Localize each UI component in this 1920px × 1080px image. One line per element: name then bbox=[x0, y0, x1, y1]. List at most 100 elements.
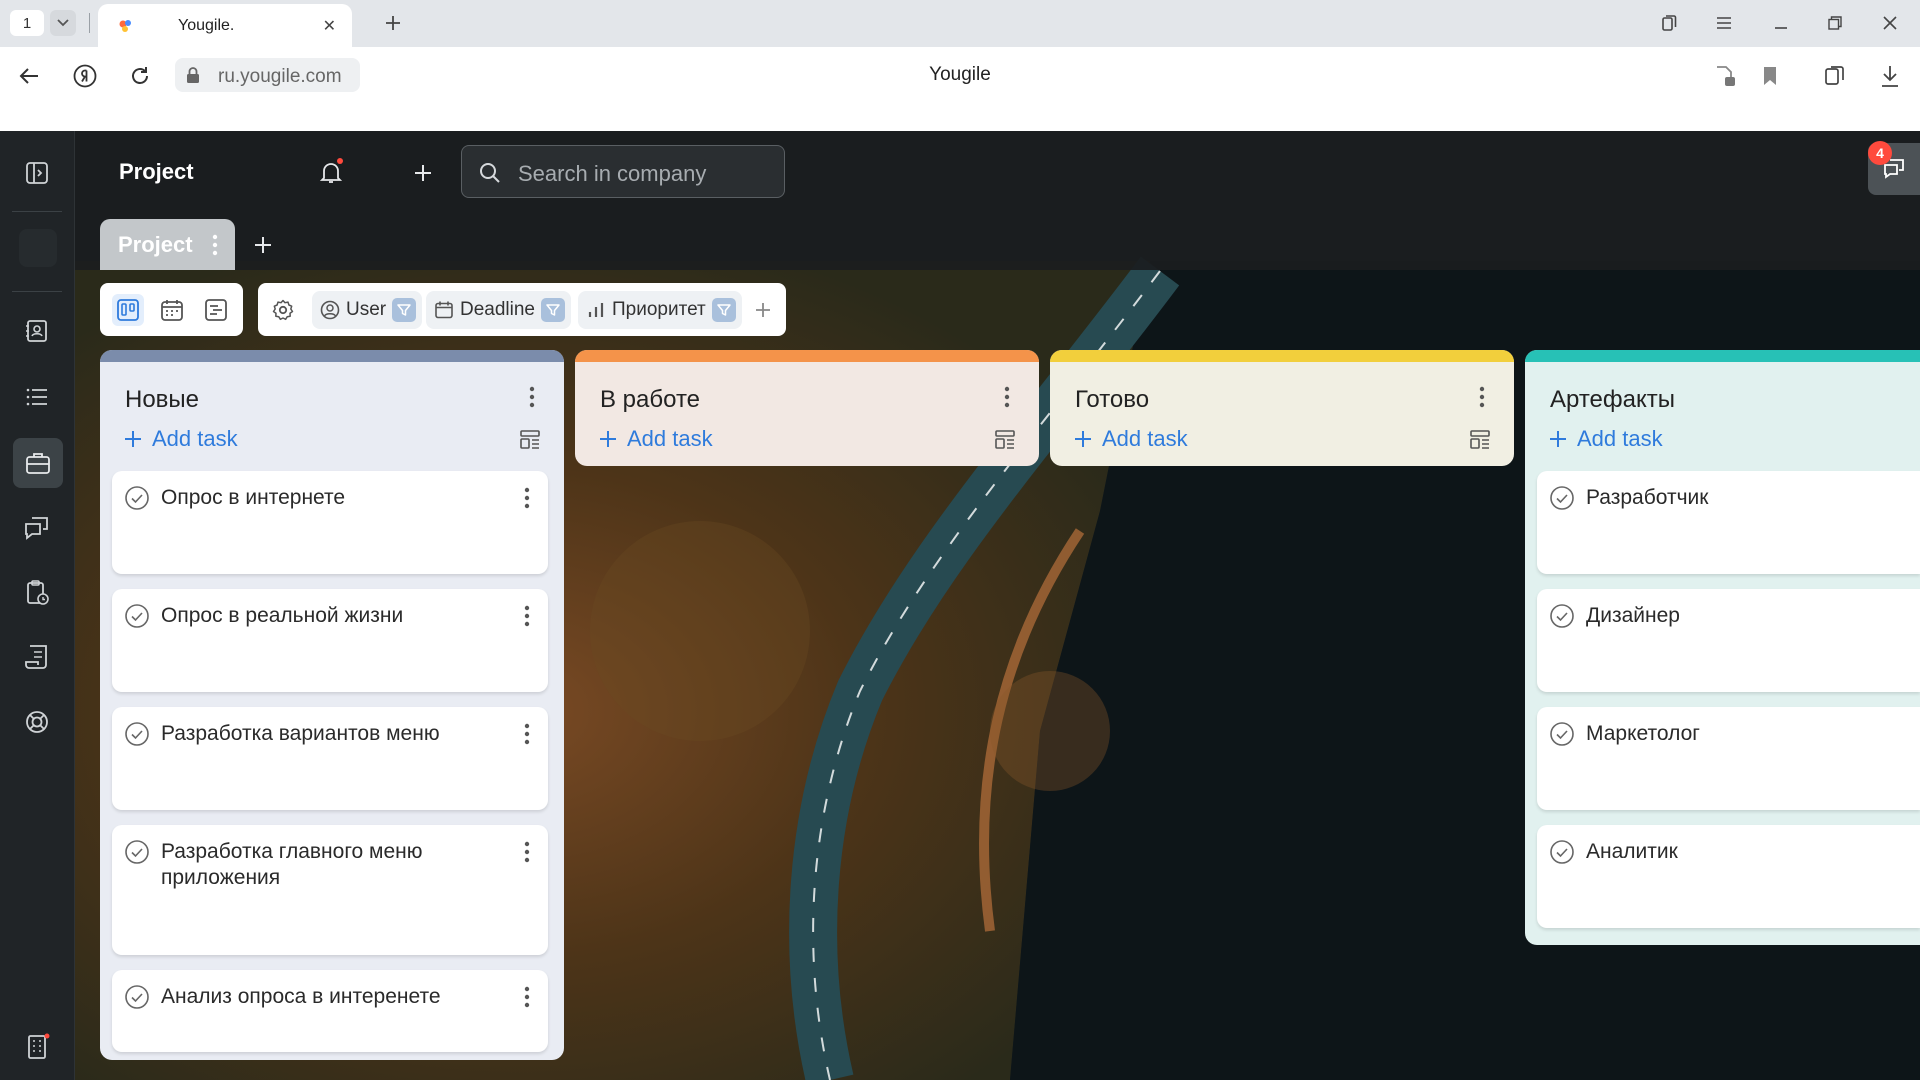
reload-icon[interactable] bbox=[125, 61, 155, 91]
yougile-app: Project Search in company Project 4 User… bbox=[0, 131, 1920, 1080]
minimize-icon[interactable] bbox=[1770, 12, 1792, 34]
column-gotovo: Готово Add task bbox=[1050, 350, 1514, 466]
column-menu-icon[interactable] bbox=[1472, 382, 1492, 412]
task-card[interactable]: Разработка главного меню приложения bbox=[112, 825, 548, 955]
settings-gear-icon[interactable] bbox=[268, 295, 298, 325]
priority-filter-label: Приоритет bbox=[612, 299, 706, 320]
column-menu-icon[interactable] bbox=[522, 382, 542, 412]
back-arrow-icon[interactable] bbox=[14, 61, 44, 91]
priority-filter-chip[interactable]: Приоритет bbox=[578, 291, 742, 329]
column-color-bar bbox=[100, 350, 564, 362]
task-menu-icon[interactable] bbox=[518, 982, 536, 1012]
search-placeholder: Search in company bbox=[518, 161, 707, 186]
priority-bars-icon bbox=[588, 303, 604, 317]
add-task-button[interactable]: Add task bbox=[1549, 424, 1663, 454]
column-artefakty: Артефакты Add task Разработчик Дизайнер … bbox=[1525, 350, 1920, 945]
task-title: Опрос в реальной жизни bbox=[161, 604, 404, 627]
column-template-icon[interactable] bbox=[1468, 428, 1492, 452]
task-menu-icon[interactable] bbox=[518, 719, 536, 749]
task-title: Опрос в интернете bbox=[161, 486, 346, 509]
add-task-button[interactable]: Add task bbox=[124, 424, 238, 454]
tab-close-icon[interactable]: ✕ bbox=[323, 16, 336, 36]
plus-icon bbox=[1075, 431, 1091, 447]
browser-tab-bar: 1 Yougile. ✕ bbox=[0, 0, 1920, 47]
kanban-view-icon[interactable] bbox=[112, 294, 144, 326]
gantt-view-icon[interactable] bbox=[200, 294, 232, 326]
task-card[interactable]: Опрос в реальной жизни bbox=[112, 589, 548, 692]
task-card[interactable]: Аналитик bbox=[1537, 825, 1920, 928]
user-filter-chip[interactable]: User bbox=[312, 291, 423, 329]
task-check-icon[interactable] bbox=[124, 721, 150, 747]
company-logo-placeholder[interactable] bbox=[19, 229, 57, 267]
task-card[interactable]: Разработка вариантов меню bbox=[112, 707, 548, 810]
task-card[interactable]: Дизайнер bbox=[1537, 589, 1920, 692]
task-card[interactable]: Анализ опроса в интеренете bbox=[112, 970, 548, 1052]
task-card[interactable]: Опрос в интернете bbox=[112, 471, 548, 574]
yandex-logo-icon[interactable] bbox=[70, 61, 100, 91]
lock-icon bbox=[187, 67, 199, 83]
column-template-icon[interactable] bbox=[993, 428, 1017, 452]
column-menu-icon[interactable] bbox=[997, 382, 1017, 412]
column-template-icon[interactable] bbox=[518, 428, 542, 452]
column-color-bar bbox=[1050, 350, 1514, 362]
view-switcher bbox=[100, 283, 243, 336]
toggle-sidebar-icon[interactable] bbox=[17, 153, 57, 193]
browser-tab-yougile[interactable]: Yougile. ✕ bbox=[98, 4, 352, 47]
close-window-icon[interactable] bbox=[1879, 12, 1901, 34]
column-title: В работе bbox=[600, 386, 701, 413]
task-menu-icon[interactable] bbox=[518, 837, 536, 867]
task-check-icon[interactable] bbox=[124, 603, 150, 629]
reports-scroll-icon[interactable] bbox=[17, 637, 57, 677]
add-filter-plus-icon[interactable] bbox=[748, 295, 778, 325]
tab-project[interactable]: Project bbox=[100, 219, 235, 270]
task-check-icon[interactable] bbox=[1549, 839, 1575, 865]
task-list-icon[interactable] bbox=[17, 377, 57, 417]
add-task-button[interactable]: Add task bbox=[599, 424, 713, 454]
tab-counter[interactable]: 1 bbox=[10, 10, 44, 36]
project-tab-menu-icon[interactable] bbox=[205, 231, 225, 259]
task-check-icon[interactable] bbox=[1549, 485, 1575, 511]
column-color-bar bbox=[575, 350, 1039, 362]
contacts-book-icon[interactable] bbox=[17, 311, 57, 351]
add-task-button[interactable]: Add task bbox=[1074, 424, 1188, 454]
funnel-icon[interactable] bbox=[541, 298, 565, 322]
search-icon bbox=[480, 163, 500, 183]
funnel-icon[interactable] bbox=[392, 298, 417, 322]
task-card[interactable]: Разработчик bbox=[1537, 471, 1920, 574]
new-tab-icon[interactable] bbox=[380, 10, 406, 36]
company-building-icon[interactable] bbox=[17, 1027, 57, 1067]
funnel-icon[interactable] bbox=[711, 298, 736, 322]
task-check-icon[interactable] bbox=[124, 839, 150, 865]
bookmark-icon[interactable] bbox=[1755, 61, 1785, 91]
add-board-plus-icon[interactable] bbox=[247, 229, 279, 261]
create-plus-icon[interactable] bbox=[407, 157, 439, 189]
chats-icon[interactable] bbox=[17, 508, 57, 548]
task-menu-icon[interactable] bbox=[518, 483, 536, 513]
task-check-icon[interactable] bbox=[1549, 603, 1575, 629]
bookmarks-panel-icon[interactable] bbox=[1658, 12, 1680, 34]
project-title: Project bbox=[119, 159, 194, 184]
task-check-icon[interactable] bbox=[124, 984, 150, 1010]
tab-list-chevron-icon[interactable] bbox=[50, 10, 76, 36]
deadline-filter-chip[interactable]: Deadline bbox=[426, 291, 571, 329]
projects-briefcase-icon[interactable] bbox=[13, 438, 63, 488]
tasks-clipboard-clock-icon[interactable] bbox=[17, 573, 57, 613]
task-check-icon[interactable] bbox=[1549, 721, 1575, 747]
restore-icon[interactable] bbox=[1824, 12, 1846, 34]
plus-icon bbox=[1550, 431, 1566, 447]
site-protection-icon[interactable] bbox=[1710, 61, 1740, 91]
support-lifebuoy-icon[interactable] bbox=[17, 702, 57, 742]
downloads-icon[interactable] bbox=[1875, 61, 1905, 91]
calendar-view-icon[interactable] bbox=[156, 294, 188, 326]
task-menu-icon[interactable] bbox=[518, 601, 536, 631]
menu-icon[interactable] bbox=[1713, 12, 1735, 34]
reader-mode-icon[interactable] bbox=[1820, 61, 1850, 91]
notification-dot bbox=[337, 158, 343, 164]
company-search-input[interactable]: Search in company bbox=[461, 145, 785, 198]
filters-bar: User Deadline Приоритет bbox=[258, 283, 786, 336]
task-card[interactable]: Маркетолог bbox=[1537, 707, 1920, 810]
task-check-icon[interactable] bbox=[124, 485, 150, 511]
tab-separator bbox=[89, 13, 90, 33]
url-field[interactable]: ru.yougile.com bbox=[175, 58, 360, 92]
add-task-label: Add task bbox=[152, 426, 238, 451]
